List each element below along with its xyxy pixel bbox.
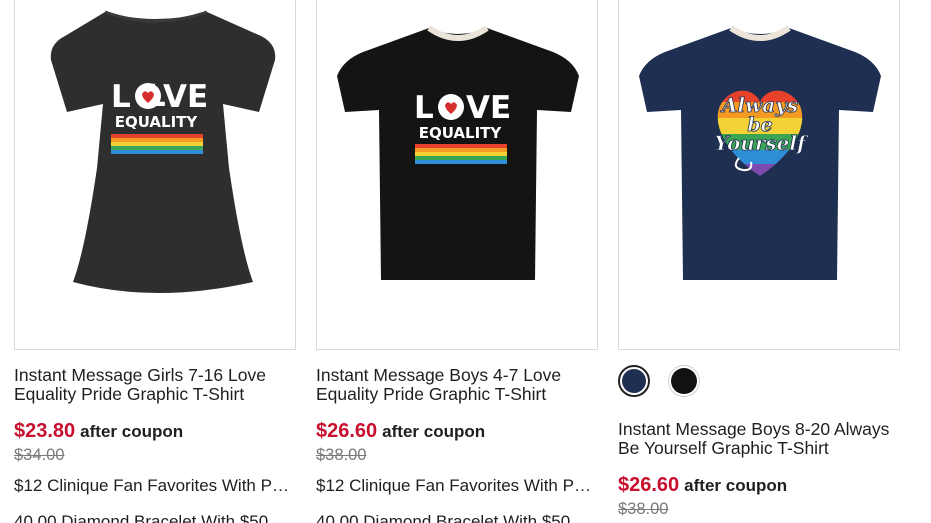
swatch-navy[interactable] xyxy=(618,365,650,397)
shirt-boys-always-be-yourself: Always be Yourself xyxy=(639,25,881,280)
after-coupon-label: after coupon xyxy=(382,422,486,441)
after-coupon-label: after coupon xyxy=(684,476,788,495)
svg-text:EQUALITY: EQUALITY xyxy=(115,113,199,131)
svg-text:L: L xyxy=(111,79,131,115)
product-title-line: Be Yourself Graphic T-Shirt xyxy=(618,438,829,458)
price-row: $26.60 after coupon xyxy=(316,420,485,443)
shirt-boys-love-equality-pride: L VE EQUALITY xyxy=(337,25,579,280)
swatch-color xyxy=(622,369,646,393)
product-title[interactable]: Instant Message Boys 4-7 Love Equality P… xyxy=(316,366,561,404)
product-image[interactable]: Always be Yourself xyxy=(618,0,900,350)
sale-price: $23.80 xyxy=(14,420,76,442)
svg-text:EQUALITY: EQUALITY xyxy=(419,124,503,142)
after-coupon-label: after coupon xyxy=(80,422,184,441)
svg-text:Yourself: Yourself xyxy=(714,131,809,155)
product-title-line: Instant Message Girls 7-16 Love xyxy=(14,365,266,385)
shirt-girls-love-equality-pride: L L VE EQUALITY PRIDE xyxy=(50,10,276,293)
product-title-line: Instant Message Boys 8-20 Always xyxy=(618,419,890,439)
product-card[interactable]: Always be Yourself Instant Message Boys … xyxy=(618,0,901,518)
original-price: $34.00 xyxy=(14,446,65,464)
svg-text:PRIDE: PRIDE xyxy=(120,134,195,159)
sale-price: $26.60 xyxy=(316,420,378,442)
sale-price: $26.60 xyxy=(618,474,680,496)
promo-offer[interactable]: 40.00 Diamond Bracelet With $50 Purchase xyxy=(316,512,592,523)
original-price: $38.00 xyxy=(618,500,669,518)
promo-offer[interactable]: 40.00 Diamond Bracelet With $50 Purchase xyxy=(14,512,290,523)
product-image[interactable]: L L VE EQUALITY PRIDE xyxy=(14,0,296,350)
price-row: $26.60 after coupon xyxy=(618,474,787,497)
promo-offer[interactable]: $12 Clinique Fan Favorites With Purchase xyxy=(316,476,594,496)
svg-text:L: L xyxy=(414,90,434,126)
original-price: $38.00 xyxy=(316,446,367,464)
product-card[interactable]: L VE EQUALITY Instant Message Boys 4-7 L… xyxy=(316,0,599,523)
product-card[interactable]: L L VE EQUALITY PRIDE xyxy=(14,0,297,523)
swatch-black[interactable] xyxy=(668,365,700,397)
product-title-line: Equality Pride Graphic T-Shirt xyxy=(316,384,547,404)
color-swatches xyxy=(618,365,700,397)
product-title-line: Equality Pride Graphic T-Shirt xyxy=(14,384,245,404)
swatch-color xyxy=(671,368,697,394)
product-title[interactable]: Instant Message Girls 7-16 Love Equality… xyxy=(14,366,266,404)
promo-offer[interactable]: $12 Clinique Fan Favorites With Purchase xyxy=(14,476,292,496)
product-image[interactable]: L VE EQUALITY xyxy=(316,0,598,350)
svg-text:VE: VE xyxy=(466,90,511,126)
product-title-line: Instant Message Boys 4-7 Love xyxy=(316,365,562,385)
product-grid: L L VE EQUALITY PRIDE xyxy=(0,0,931,523)
product-title[interactable]: Instant Message Boys 8-20 Always Be Your… xyxy=(618,420,889,458)
price-row: $23.80 after coupon xyxy=(14,420,183,443)
svg-text:VE: VE xyxy=(163,79,208,115)
